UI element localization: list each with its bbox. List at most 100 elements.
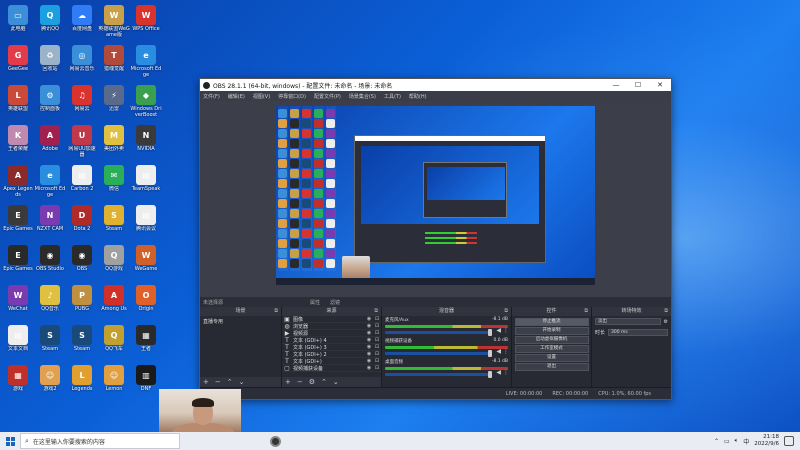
notification-icon[interactable] [784, 436, 794, 446]
obs-title-bar[interactable]: OBS 28.1.1 (64-bit, windows) - 配置文件: 未命名… [200, 79, 671, 91]
control-button[interactable]: 停止推流 [514, 318, 589, 326]
desktop-icon[interactable]: P PUBG [66, 283, 98, 323]
visibility-eye-icon[interactable]: ◉ [365, 365, 373, 371]
desktop-icon[interactable]: ☁ 百度网盘 [66, 3, 98, 43]
lock-icon[interactable]: ⊡ [373, 351, 381, 357]
taskbar-obs-icon[interactable] [266, 432, 284, 450]
desktop-icon[interactable]: E Epic Games [2, 203, 34, 243]
visibility-eye-icon[interactable]: ◉ [365, 323, 373, 329]
gear-icon[interactable]: ⋮ [503, 327, 509, 334]
network-icon[interactable]: ▭ [724, 438, 730, 445]
control-button[interactable]: 启动虚拟摄像机 [514, 336, 589, 344]
desktop-icon[interactable]: G GeeGee [2, 43, 34, 83]
desktop-icon[interactable]: ▦ 游戏 [2, 363, 34, 403]
desktop-icon[interactable]: W WeGame [130, 243, 162, 283]
volume-slider[interactable] [385, 329, 492, 336]
menu-item[interactable]: 帮助(H) [409, 93, 427, 100]
menu-item[interactable]: 编辑(E) [228, 93, 245, 100]
obs-window[interactable]: OBS 28.1.1 (64-bit, windows) - 配置文件: 未命名… [199, 78, 672, 400]
start-button[interactable] [0, 432, 20, 450]
desktop-icon[interactable]: S Steam [98, 203, 130, 243]
scene-item[interactable]: 直播专用 [200, 316, 281, 327]
tray-expand-icon[interactable]: ⌃ [714, 438, 719, 445]
lock-icon[interactable]: ⊡ [373, 358, 381, 364]
control-button[interactable]: 工作室模式 [514, 345, 589, 353]
desktop-icon[interactable]: ▭ 此电脑 [2, 3, 34, 43]
desktop-icon[interactable]: U 网易UU加速器 [66, 123, 98, 163]
move-up-icon[interactable]: ⌃ [321, 378, 327, 386]
volume-slider[interactable] [385, 371, 492, 378]
desktop-icon[interactable]: A Among Us [98, 283, 130, 323]
transition-settings-icon[interactable]: ⚙ [664, 319, 668, 325]
desktop-icon[interactable]: ◎ 网易云音乐 [66, 43, 98, 83]
desktop-icon[interactable]: ▦ 王者 [130, 323, 162, 363]
desktop-icon[interactable]: ✉ 微信 [98, 163, 130, 203]
properties-button[interactable]: 属性 [310, 299, 320, 306]
move-down-icon[interactable]: ⌄ [333, 378, 339, 386]
desktop-icon[interactable]: ☺ Lemon [98, 363, 130, 403]
visibility-eye-icon[interactable]: ◉ [365, 337, 373, 343]
desktop-icon[interactable]: D Dota 2 [66, 203, 98, 243]
visibility-eye-icon[interactable]: ◉ [365, 351, 373, 357]
dock-close-icon[interactable]: ⧉ [664, 307, 668, 316]
desktop-icon[interactable]: K 王者荣耀 [2, 123, 34, 163]
desktop-icon[interactable]: A Adobe [34, 123, 66, 163]
desktop-icon[interactable]: ♫ 网易云 [66, 83, 98, 123]
volume-slider[interactable] [385, 350, 492, 357]
desktop-icon[interactable]: ⚙ 控制面板 [34, 83, 66, 123]
control-button[interactable]: 设置 [514, 354, 589, 362]
desktop-icon[interactable]: e Microsoft Edge [34, 163, 66, 203]
desktop-icon[interactable]: ▥ DNF [130, 363, 162, 403]
duration-input[interactable]: 300 ms [608, 329, 668, 336]
minimize-icon[interactable]: — [605, 81, 627, 89]
menu-item[interactable]: 视图(V) [253, 93, 270, 100]
desktop-icon[interactable]: N NZXT CAM [34, 203, 66, 243]
desktop-icon[interactable]: ♪ QQ音乐 [34, 283, 66, 323]
desktop-icon[interactable]: L Legends [66, 363, 98, 403]
lock-icon[interactable]: ⊡ [373, 344, 381, 350]
slider-handle[interactable] [487, 371, 492, 378]
desktop-icon[interactable]: L 英雄联盟 [2, 83, 34, 123]
visibility-eye-icon[interactable]: ◉ [365, 330, 373, 336]
desktop-icon[interactable]: ▤ Carbon 2 [66, 163, 98, 203]
volume-icon[interactable]: 🔈︎ [735, 437, 739, 445]
close-icon[interactable]: ✕ [649, 81, 671, 89]
clock[interactable]: 21:18 2022/9/6 [754, 434, 779, 448]
desktop-icon[interactable]: E Epic Games [2, 243, 34, 283]
desktop-icon[interactable]: ◆ Windows DriverBoost [130, 83, 162, 123]
dock-close-icon[interactable]: ⧉ [584, 307, 588, 316]
remove-source-icon[interactable]: − [297, 378, 303, 386]
remove-scene-icon[interactable]: − [215, 378, 221, 386]
desktop-icon[interactable]: Q QQ游戏 [98, 243, 130, 283]
desktop-icon[interactable]: ▤ 腾讯会议 [130, 203, 162, 243]
slider-handle[interactable] [487, 350, 492, 357]
ime-icon[interactable]: 中 [743, 437, 749, 446]
lock-icon[interactable]: ⊡ [373, 337, 381, 343]
menu-item[interactable]: 配置文件(P) [314, 93, 341, 100]
desktop-icon[interactable]: A Apex Legends [2, 163, 34, 203]
maximize-icon[interactable]: ☐ [627, 81, 649, 89]
menu-item[interactable]: 文件(F) [203, 93, 220, 100]
lock-icon[interactable]: ⊡ [373, 330, 381, 336]
menu-item[interactable]: 停靠窗口(D) [278, 93, 306, 100]
add-source-icon[interactable]: + [285, 378, 291, 386]
desktop-icon[interactable]: Q QQ飞车 [98, 323, 130, 363]
move-down-icon[interactable]: ⌄ [239, 378, 245, 386]
desktop-icon[interactable]: W 英雄联盟WeGame版 [98, 3, 130, 43]
desktop-icon[interactable]: S Steam [66, 323, 98, 363]
filters-button[interactable]: 滤镜 [330, 299, 340, 306]
slider-handle[interactable] [487, 329, 492, 336]
lock-icon[interactable]: ⊡ [373, 365, 381, 371]
control-button[interactable]: 开始录制 [514, 327, 589, 335]
dock-close-icon[interactable]: ⧉ [504, 307, 508, 316]
visibility-eye-icon[interactable]: ◉ [365, 344, 373, 350]
speaker-icon[interactable]: ◀︎ [496, 369, 501, 376]
visibility-eye-icon[interactable]: ◉ [365, 358, 373, 364]
menu-item[interactable]: 工具(T) [384, 93, 401, 100]
speaker-icon[interactable]: ◀︎ [496, 348, 501, 355]
desktop-icon[interactable]: O Origin [130, 283, 162, 323]
desktop-icon[interactable]: W WPS Office [130, 3, 162, 43]
transition-select[interactable]: 淡出 [595, 318, 661, 325]
desktop-icon[interactable]: ◉ OBS Studio [34, 243, 66, 283]
taskbar-search[interactable]: ⌕ 在这里输入你要搜索的内容 [20, 433, 180, 449]
